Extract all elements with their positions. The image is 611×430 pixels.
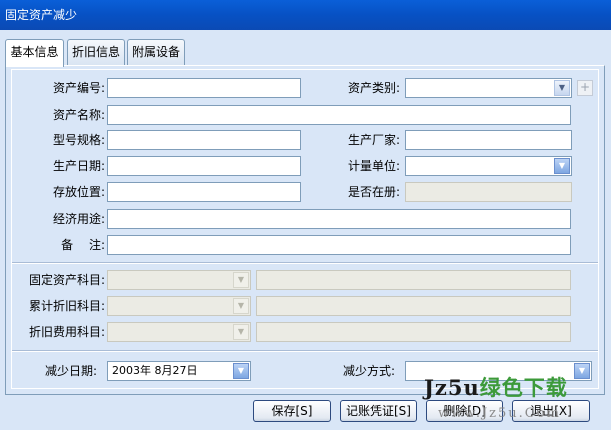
- asset-name-input[interactable]: [107, 105, 571, 125]
- window-title: 固定资产减少: [5, 8, 78, 22]
- depr-account-name: [256, 296, 571, 316]
- depr-expense-select: ▼: [107, 322, 251, 342]
- registered-label: 是否在册:: [347, 185, 400, 199]
- asset-account-label: 固定资产科目:: [28, 273, 105, 287]
- delete-button[interactable]: 删除[D]: [426, 400, 503, 422]
- section-divider: [12, 350, 598, 352]
- title-bar: 固定资产减少: [0, 0, 611, 30]
- tab-panel: 资产编号: 资产类别: ▼ + 资产名称: 型号规格: 生产厂家: 生产日期: …: [5, 65, 605, 395]
- reduce-date-picker[interactable]: 2003年 8月27日 ▼: [107, 361, 251, 381]
- voucher-button[interactable]: 记账凭证[S]: [340, 400, 417, 422]
- chevron-down-icon: ▼: [233, 324, 249, 340]
- unit-select[interactable]: ▼: [405, 156, 572, 176]
- tab-basic-info[interactable]: 基本信息: [5, 39, 64, 67]
- production-date-input[interactable]: [107, 156, 301, 176]
- chevron-down-icon: ▼: [233, 298, 249, 314]
- model-spec-label: 型号规格:: [52, 133, 105, 147]
- model-spec-input[interactable]: [107, 130, 301, 150]
- asset-category-select[interactable]: ▼: [405, 78, 572, 98]
- reduce-date-label: 减少日期:: [44, 364, 97, 378]
- chevron-down-icon[interactable]: ▼: [574, 363, 590, 379]
- reduce-date-value: 2003年 8月27日: [112, 364, 198, 377]
- unit-label: 计量单位:: [347, 159, 400, 173]
- reduce-method-select[interactable]: ▼: [405, 361, 592, 381]
- location-label: 存放位置:: [52, 185, 105, 199]
- depr-account-select: ▼: [107, 296, 251, 316]
- asset-category-label: 资产类别:: [347, 81, 400, 95]
- add-category-button[interactable]: +: [577, 80, 593, 96]
- manufacturer-label: 生产厂家:: [347, 133, 400, 147]
- tab-accessory-equipment[interactable]: 附属设备: [127, 39, 185, 66]
- asset-code-label: 资产编号:: [52, 81, 105, 95]
- asset-name-label: 资产名称:: [52, 108, 105, 122]
- asset-code-input[interactable]: [107, 78, 301, 98]
- form-area: 资产编号: 资产类别: ▼ + 资产名称: 型号规格: 生产厂家: 生产日期: …: [11, 69, 599, 389]
- asset-account-name: [256, 270, 571, 290]
- section-divider: [12, 262, 598, 264]
- economic-use-input[interactable]: [107, 209, 571, 229]
- chevron-down-icon[interactable]: ▼: [554, 158, 570, 174]
- remark-input[interactable]: [107, 235, 571, 255]
- manufacturer-input[interactable]: [405, 130, 572, 150]
- asset-account-select: ▼: [107, 270, 251, 290]
- depr-expense-name: [256, 322, 571, 342]
- depr-expense-label: 折旧费用科目:: [28, 325, 105, 339]
- calendar-dropdown-icon[interactable]: ▼: [233, 363, 249, 379]
- production-date-label: 生产日期:: [52, 159, 105, 173]
- registered-field: [405, 182, 572, 202]
- chevron-down-icon: ▼: [233, 272, 249, 288]
- reduce-method-label: 减少方式:: [342, 364, 395, 378]
- remark-label: 备 注:: [61, 238, 105, 252]
- dialog-body: 基本信息 折旧信息 附属设备 资产编号: 资产类别: ▼ + 资产名称: 型号规…: [0, 30, 611, 430]
- tab-depreciation-info[interactable]: 折旧信息: [67, 39, 125, 66]
- exit-button[interactable]: 退出[X]: [512, 400, 590, 422]
- depr-account-label: 累计折旧科目:: [28, 299, 105, 313]
- economic-use-label: 经济用途:: [52, 212, 105, 226]
- save-button[interactable]: 保存[S]: [253, 400, 331, 422]
- location-input[interactable]: [107, 182, 301, 202]
- chevron-down-icon[interactable]: ▼: [554, 80, 570, 96]
